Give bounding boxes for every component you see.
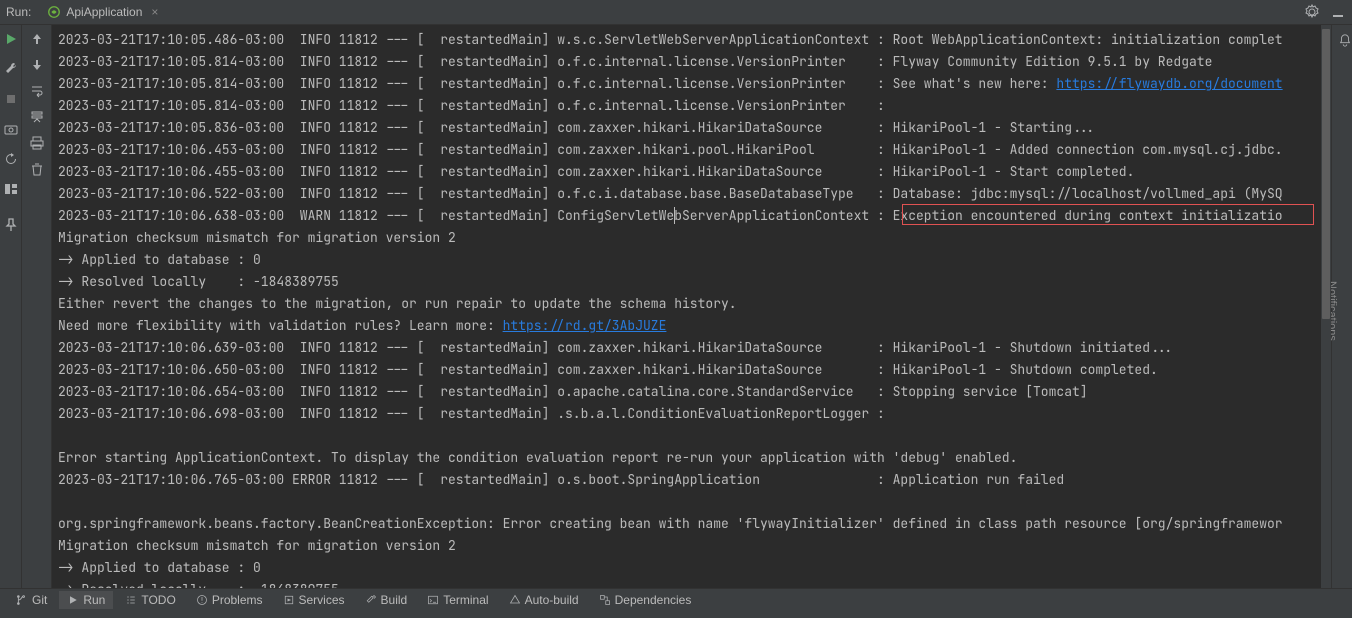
console-line: -> Resolved locally : -1848389755 [58, 579, 1331, 588]
console-link[interactable]: https://rd.gt/3AbJUZE [503, 317, 667, 334]
console-line: 2023-03-21T17:10:06.453-03:00 INFO 11812… [58, 139, 1331, 161]
dependencies-label: Dependencies [615, 593, 692, 607]
terminal-icon [427, 594, 439, 606]
run-label: Run: [6, 5, 31, 19]
soft-wrap-icon[interactable] [29, 83, 45, 99]
ide-status-bar [0, 610, 1352, 618]
pin-icon[interactable] [3, 217, 19, 233]
build-tab[interactable]: Build [357, 591, 416, 609]
trash-icon[interactable] [29, 161, 45, 177]
console-line: org.springframework.beans.factory.BeanCr… [58, 513, 1331, 535]
wrench-icon[interactable] [3, 61, 19, 77]
problems-tab[interactable]: Problems [188, 591, 271, 609]
todo-tab[interactable]: TODO [117, 591, 183, 609]
print-icon[interactable] [29, 135, 45, 151]
dependencies-tab[interactable]: Dependencies [591, 591, 700, 609]
todo-label: TODO [141, 593, 175, 607]
build-label: Build [381, 593, 408, 607]
autobuild-tab[interactable]: Auto-build [501, 591, 587, 609]
text-cursor [674, 207, 675, 224]
git-label: Git [32, 593, 47, 607]
notifications-tab[interactable]: Notifications [1331, 25, 1352, 588]
terminal-tab[interactable]: Terminal [419, 591, 496, 609]
services-tab[interactable]: Services [275, 591, 353, 609]
console-line: 2023-03-21T17:10:06.639-03:00 INFO 11812… [58, 337, 1331, 359]
run-tab-apiapplication[interactable]: ApiApplication × [41, 3, 164, 21]
console-line: 2023-03-21T17:10:05.814-03:00 INFO 11812… [58, 51, 1331, 73]
scroll-to-end-icon[interactable] [29, 109, 45, 125]
console-line: 2023-03-21T17:10:06.638-03:00 WARN 11812… [58, 205, 1331, 227]
services-label: Services [299, 593, 345, 607]
console-line: -> Applied to database : 0 [58, 557, 1331, 579]
vertical-scrollbar[interactable] [1321, 25, 1331, 588]
console-tool-strip [22, 25, 52, 588]
close-tab-icon[interactable]: × [151, 5, 158, 19]
tool-window-bar: Git Run TODO Problems Services Build Ter… [0, 588, 1352, 610]
scrollbar-thumb[interactable] [1322, 29, 1330, 319]
camera-icon[interactable] [3, 121, 19, 137]
bell-icon [1338, 33, 1352, 47]
console-line: 2023-03-21T17:10:05.836-03:00 INFO 11812… [58, 117, 1331, 139]
console-line: Error starting ApplicationContext. To di… [58, 447, 1331, 469]
terminal-label: Terminal [443, 593, 488, 607]
services-icon [283, 594, 295, 606]
dependencies-icon [599, 594, 611, 606]
spring-icon [47, 5, 61, 19]
console-line: -> Applied to database : 0 [58, 249, 1331, 271]
settings-icon[interactable] [1304, 4, 1320, 20]
arrow-up-icon[interactable] [29, 31, 45, 47]
minimize-icon[interactable] [1330, 4, 1346, 20]
console-line: Either revert the changes to the migrati… [58, 293, 1331, 315]
restart-icon[interactable] [3, 151, 19, 167]
warning-icon [196, 594, 208, 606]
arrow-down-icon[interactable] [29, 57, 45, 73]
console-line: 2023-03-21T17:10:06.698-03:00 INFO 11812… [58, 403, 1331, 425]
console-line [58, 491, 1331, 513]
autobuild-label: Auto-build [525, 593, 579, 607]
tab-title: ApiApplication [66, 5, 142, 19]
run-tab[interactable]: Run [59, 591, 113, 609]
git-branch-icon [14, 593, 28, 607]
git-tab[interactable]: Git [6, 591, 55, 609]
console-line: -> Resolved locally : -1848389755 [58, 271, 1331, 293]
console-line: 2023-03-21T17:10:06.654-03:00 INFO 11812… [58, 381, 1331, 403]
hammer-icon [365, 594, 377, 606]
run-panel-header: Run: ApiApplication × [0, 0, 1352, 25]
list-icon [125, 594, 137, 606]
console-line: 2023-03-21T17:10:06.650-03:00 INFO 11812… [58, 359, 1331, 381]
console-line: 2023-03-21T17:10:05.486-03:00 INFO 11812… [58, 29, 1331, 51]
console-output[interactable]: 2023-03-21T17:10:05.486-03:00 INFO 11812… [52, 25, 1331, 588]
autobuild-icon [509, 594, 521, 606]
stop-icon[interactable] [3, 91, 19, 107]
console-line: Migration checksum mismatch for migratio… [58, 227, 1331, 249]
console-line: 2023-03-21T17:10:06.522-03:00 INFO 11812… [58, 183, 1331, 205]
console-line: 2023-03-21T17:10:06.765-03:00 ERROR 1181… [58, 469, 1331, 491]
problems-label: Problems [212, 593, 263, 607]
console-line: Migration checksum mismatch for migratio… [58, 535, 1331, 557]
run-tab-label: Run [83, 593, 105, 607]
layout-icon[interactable] [3, 181, 19, 197]
left-tool-strip [0, 25, 22, 588]
run-icon[interactable] [3, 31, 19, 47]
console-line [58, 425, 1331, 447]
play-icon [67, 594, 79, 606]
console-link[interactable]: https://flywaydb.org/document [1056, 75, 1282, 92]
console-line: Need more flexibility with validation ru… [58, 315, 1331, 337]
console-line: 2023-03-21T17:10:05.814-03:00 INFO 11812… [58, 73, 1331, 95]
console-line: 2023-03-21T17:10:05.814-03:00 INFO 11812… [58, 95, 1331, 117]
console-line: 2023-03-21T17:10:06.455-03:00 INFO 11812… [58, 161, 1331, 183]
